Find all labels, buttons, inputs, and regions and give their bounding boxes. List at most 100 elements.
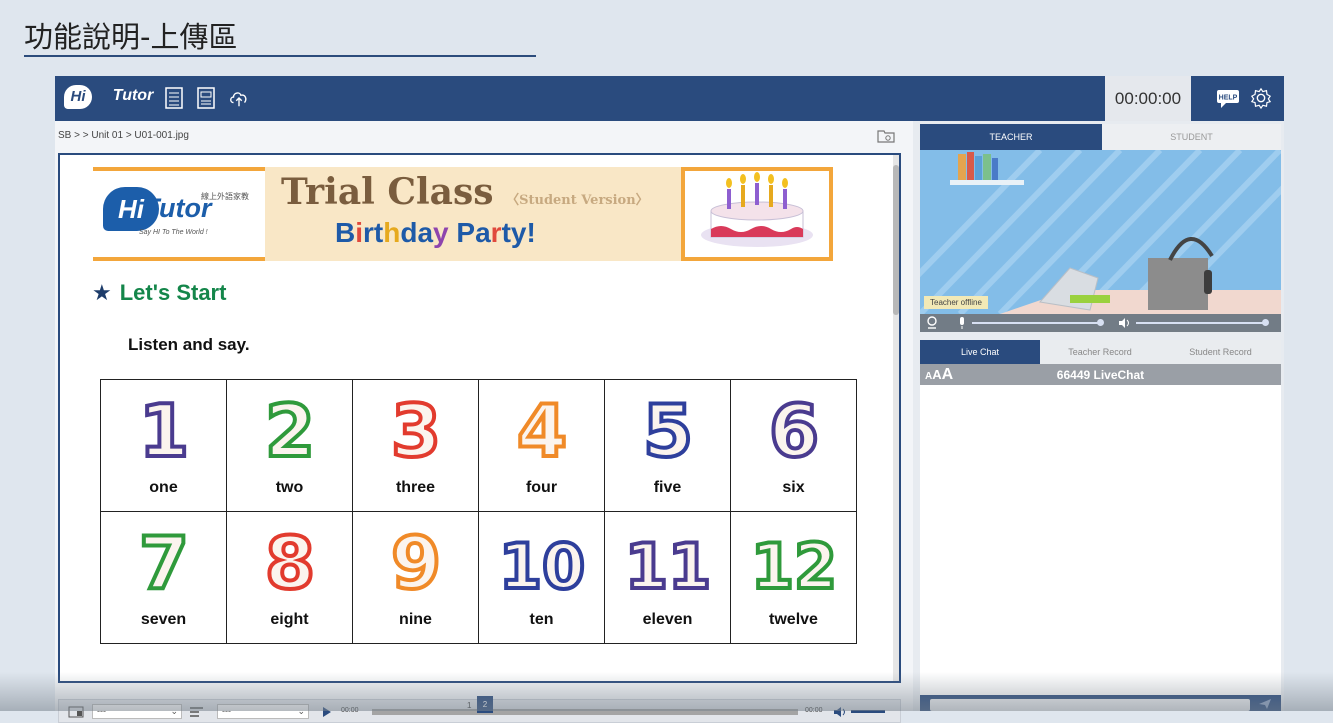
folder-icon[interactable] <box>877 129 895 143</box>
number-candle-icon: 9 <box>388 522 442 598</box>
tab-teacher[interactable]: TEACHER <box>920 124 1102 150</box>
number-candle-icon: 2 <box>262 390 316 466</box>
topic-letter: ! <box>526 217 536 248</box>
worksheet-icon[interactable] <box>195 86 217 110</box>
banner-logo-cn: 線上外語家教 <box>201 192 249 201</box>
audio-progress-bar[interactable] <box>372 709 798 715</box>
number-digit: 12 <box>750 530 836 598</box>
video-controls <box>920 314 1281 332</box>
chat-input[interactable] <box>930 699 1250 711</box>
birthday-cake-icon <box>701 172 813 247</box>
number-cell: 4 four <box>478 379 605 512</box>
number-word: seven <box>140 611 187 628</box>
session-timer: 00:00:00 <box>1105 76 1191 121</box>
chat-title: 66449 LiveChat <box>1056 368 1145 382</box>
number-cell: 12 twelve <box>730 511 857 644</box>
number-candle-icon: 10 <box>496 528 586 598</box>
lesson-title: Trial Class 〈Student Version〉 <box>281 171 649 213</box>
lesson-title-main: Trial Class <box>281 171 494 213</box>
book-list-icon[interactable] <box>163 86 185 110</box>
number-cell: 6 six <box>730 379 857 512</box>
number-candle-icon: 1 <box>136 390 190 466</box>
number-digit: 1 <box>138 390 188 466</box>
teacher-video: Teacher offline <box>920 150 1281 314</box>
mic-level-handle[interactable] <box>1097 319 1104 326</box>
number-word: two <box>275 479 304 496</box>
chevron-down-icon: ⌄ <box>297 706 305 716</box>
hitutor-logo: Hi Tutor <box>64 85 153 111</box>
courseware-panel: SB > > Unit 01 > U01-001.jpg Hi Tutor 線上… <box>55 121 913 723</box>
number-candle-icon: 7 <box>136 522 190 598</box>
number-row: 7 seven 8 eight 9 nine 10 ten 11 eleven 12 twelve <box>100 511 857 644</box>
topic-letter: i <box>355 217 364 248</box>
settings-gear-icon[interactable] <box>1250 86 1272 110</box>
tab-student[interactable]: STUDENT <box>1102 124 1281 150</box>
number-digit: 10 <box>498 530 584 598</box>
volume-icon[interactable] <box>833 706 847 718</box>
chat-input-bar <box>920 695 1281 711</box>
tab-live-chat[interactable]: Live Chat <box>920 340 1040 364</box>
tab-teacher-record[interactable]: Teacher Record <box>1040 340 1160 364</box>
number-candle-icon: 5 <box>640 390 694 466</box>
topic-letter: B <box>335 217 356 248</box>
number-digit: 7 <box>138 522 188 598</box>
upload-cloud-icon[interactable] <box>228 86 250 110</box>
page-scrollbar-thumb[interactable] <box>893 165 899 315</box>
play-icon[interactable] <box>322 706 332 718</box>
media-select-2[interactable]: --- ⌄ <box>217 704 309 719</box>
page-1-button[interactable]: 1 <box>467 701 471 710</box>
number-cell: 10 ten <box>478 511 605 644</box>
topic-letter: h <box>383 217 401 248</box>
number-word: twelve <box>769 611 818 628</box>
media-icon[interactable] <box>68 706 86 718</box>
number-cell: 3 three <box>352 379 479 512</box>
camera-icon[interactable] <box>926 316 938 330</box>
number-word: ten <box>529 611 554 628</box>
chat-header: AAA 66449 LiveChat <box>920 364 1281 385</box>
number-table: 1 one 2 two 3 three 4 four 5 five 6 six 7 seven 8 eight… <box>100 379 857 644</box>
mic-level-bar[interactable] <box>972 322 1100 324</box>
number-cell: 8 eight <box>226 511 353 644</box>
number-candle-icon: 8 <box>262 522 316 598</box>
page-scrollbar[interactable] <box>893 155 899 681</box>
media-select-1[interactable]: --- ⌄ <box>92 704 182 719</box>
number-digit: 2 <box>264 390 314 466</box>
number-digit: 9 <box>390 522 440 598</box>
speaker-level-bar[interactable] <box>1136 322 1266 324</box>
number-word: eleven <box>642 611 693 628</box>
topic-letter: r <box>363 217 374 248</box>
microphone-icon[interactable] <box>958 316 966 330</box>
number-candle-icon: 11 <box>622 528 712 598</box>
send-icon[interactable] <box>1258 698 1272 710</box>
speaker-level-handle[interactable] <box>1262 319 1269 326</box>
number-digit: 5 <box>642 390 692 466</box>
number-digit: 4 <box>516 390 566 466</box>
lesson-banner: Hi Tutor 線上外語家教 Say HI To The World ! Tr… <box>93 167 833 261</box>
video-tabs: TEACHER STUDENT <box>920 124 1281 150</box>
playlist-icon[interactable] <box>189 706 207 718</box>
topic-letter: a <box>475 217 491 248</box>
number-word: four <box>525 479 558 496</box>
number-digit: 8 <box>264 522 314 598</box>
tab-student-record[interactable]: Student Record <box>1160 340 1281 364</box>
courseware-page[interactable]: Hi Tutor 線上外語家教 Say HI To The World ! Tr… <box>58 153 901 683</box>
number-candle-icon: 3 <box>388 390 442 466</box>
volume-slider[interactable] <box>851 710 885 713</box>
topic-letter: y <box>510 217 527 248</box>
section-heading-text: Let's Start <box>119 280 227 305</box>
banner-logo-slogan: Say HI To The World ! <box>139 229 208 236</box>
number-cell: 9 nine <box>352 511 479 644</box>
topic-letter: y <box>433 217 449 248</box>
top-toolbar: Hi Tutor 00:00:00 HELP <box>55 76 1284 121</box>
speaker-icon[interactable] <box>1118 317 1132 329</box>
instruction-text: Listen and say. <box>128 335 250 354</box>
number-candle-icon: 4 <box>514 390 568 466</box>
page-2-button[interactable]: 2 <box>477 696 493 713</box>
lesson-subtitle: 〈Student Version〉 <box>506 193 649 208</box>
number-word: nine <box>399 611 432 628</box>
number-word: six <box>782 479 805 496</box>
slide-title: 功能說明-上傳區 <box>24 20 238 54</box>
side-panel: TEACHER STUDENT Teacher offline Live Cha… <box>920 124 1281 711</box>
star-icon: ★ <box>92 280 112 305</box>
help-icon[interactable]: HELP <box>1215 86 1241 110</box>
